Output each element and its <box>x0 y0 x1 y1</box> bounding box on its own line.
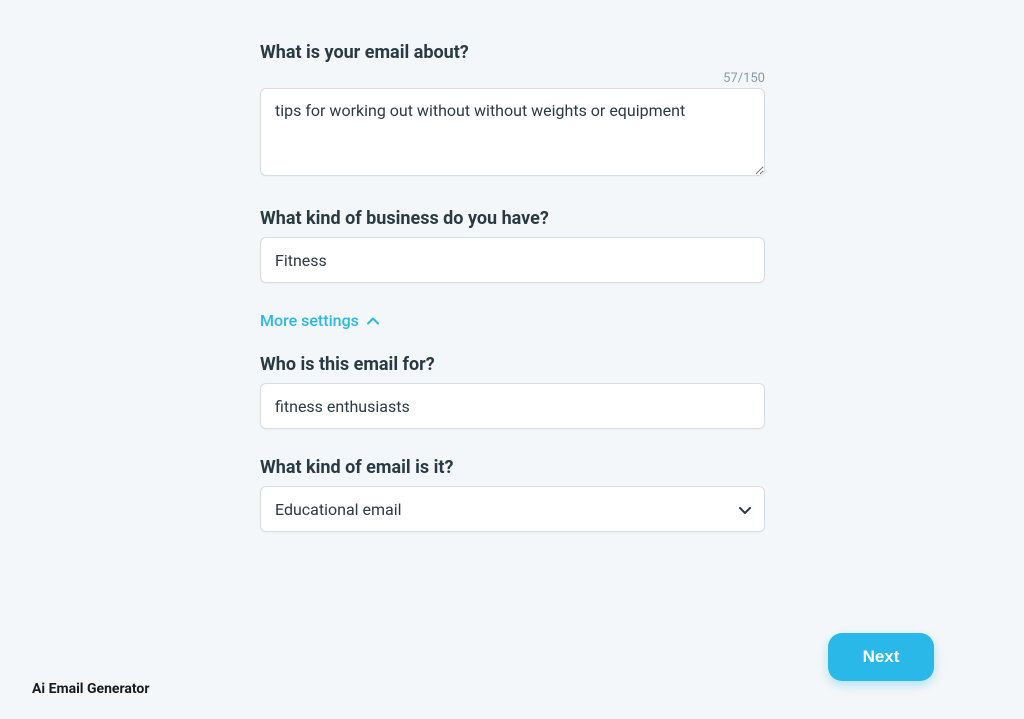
email-kind-select[interactable]: Educational email <box>260 486 765 532</box>
footer-label: Ai Email Generator <box>32 681 149 697</box>
audience-label: Who is this email for? <box>260 354 765 375</box>
more-settings-label: More settings <box>260 311 359 330</box>
email-about-textarea[interactable] <box>260 88 765 176</box>
email-kind-label: What kind of email is it? <box>260 457 765 478</box>
more-settings-toggle[interactable]: More settings <box>260 311 379 330</box>
char-counter: 57/150 <box>723 71 765 86</box>
next-button[interactable]: Next <box>828 633 934 681</box>
email-about-label: What is your email about? <box>260 42 765 63</box>
audience-input[interactable] <box>260 383 765 429</box>
email-kind-selected: Educational email <box>275 500 402 519</box>
business-input[interactable] <box>260 237 765 283</box>
business-label: What kind of business do you have? <box>260 208 765 229</box>
chevron-up-icon <box>367 317 379 325</box>
